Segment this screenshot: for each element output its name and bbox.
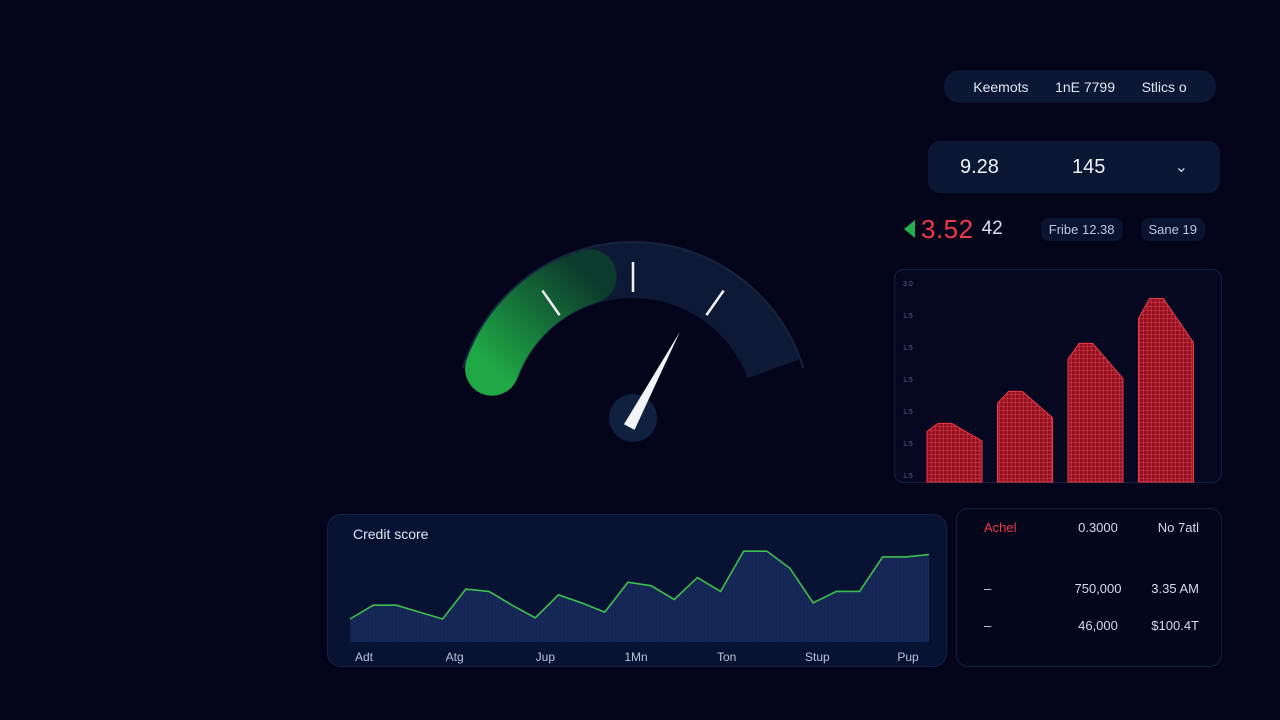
table-header-cell: No 7atl: [1157, 520, 1199, 535]
bar-ytick-label: 1.5: [903, 313, 913, 320]
ticker-main-value: 3.52: [921, 213, 974, 244]
table-cell: $100.4T: [1151, 618, 1199, 633]
credit-score-xtick-label: Stup: [805, 650, 830, 664]
table-header: Achel 0.3000 No 7atl: [957, 520, 1221, 535]
bar[interactable]: [1067, 342, 1124, 483]
bar-chart: 3.0 1.5 1.5 1.5 1.5 1.5 1.5: [903, 281, 1194, 483]
triangle-left-icon: [904, 220, 915, 238]
table-cell: –: [984, 581, 992, 596]
table-cell: 46,000: [1078, 618, 1118, 633]
bar-ytick-label: 1.5: [903, 377, 913, 384]
bar[interactable]: [926, 422, 983, 483]
bar-ytick-label: 1.5: [903, 441, 913, 448]
nav-item-3[interactable]: Stlics o: [1142, 79, 1187, 95]
credit-score-xtick-label: 1Mn: [624, 650, 647, 664]
gauge-dial: [461, 241, 805, 442]
readout-panel: 9.28 145 ⌄: [928, 141, 1220, 193]
table-header-cell: 0.3000: [1078, 520, 1118, 535]
credit-score-panel: Credit score Adt Atg Jup 1Mn Ton Stup Pup: [327, 514, 947, 667]
summary-table: Achel 0.3000 No 7atl – 750,000 3.35 AM –…: [956, 508, 1222, 667]
ticker-row: 3.52 42 Fribe 12.38 Sane 19: [904, 212, 1224, 246]
table-row[interactable]: – 46,000 $100.4T: [957, 618, 1221, 633]
table-row[interactable]: – 750,000 3.35 AM: [957, 581, 1221, 596]
bar-ytick-label: 1.5: [903, 345, 913, 352]
nav-item-1[interactable]: Keemots: [973, 79, 1028, 95]
gauge-level-fill: [465, 249, 617, 396]
chevron-down-icon[interactable]: ⌄: [1175, 157, 1188, 177]
bar-ytick-label: 1.5: [903, 473, 913, 480]
credit-score-xtick-label: Ton: [717, 650, 736, 664]
bar-ytick-label: 1.5: [903, 409, 913, 416]
top-nav: Keemots 1nE 7799 Stlics o: [944, 70, 1216, 103]
readout-value-b: 145: [1072, 155, 1106, 178]
credit-score-xtick-label: Pup: [897, 650, 919, 664]
bar[interactable]: [997, 390, 1053, 483]
bar-ytick-label: 3.0: [903, 281, 913, 288]
bar-chart-panel: 3.0 1.5 1.5 1.5 1.5 1.5 1.5: [894, 269, 1222, 483]
ticker-secondary-value: 42: [981, 218, 1003, 239]
table-cell: 3.35 AM: [1151, 581, 1199, 596]
table-header-cell: Achel: [984, 520, 1017, 535]
credit-score-chart: Adt Atg Jup 1Mn Ton Stup Pup: [349, 550, 930, 664]
credit-score-xtick-label: Jup: [536, 650, 556, 664]
ticker-chip-b[interactable]: Sane 19: [1140, 217, 1205, 241]
readout-value-a: 9.28: [960, 155, 999, 178]
credit-score-xtick-label: Adt: [355, 650, 374, 664]
credit-score-area: [350, 551, 929, 642]
credit-score-xtick-label: Atg: [446, 650, 464, 664]
table-cell: –: [984, 618, 992, 633]
nav-item-2[interactable]: 1nE 7799: [1055, 79, 1115, 95]
table-cell: 750,000: [1074, 581, 1122, 596]
ticker-chip-a[interactable]: Fribe 12.38: [1040, 217, 1123, 241]
bar[interactable]: [1138, 298, 1194, 483]
